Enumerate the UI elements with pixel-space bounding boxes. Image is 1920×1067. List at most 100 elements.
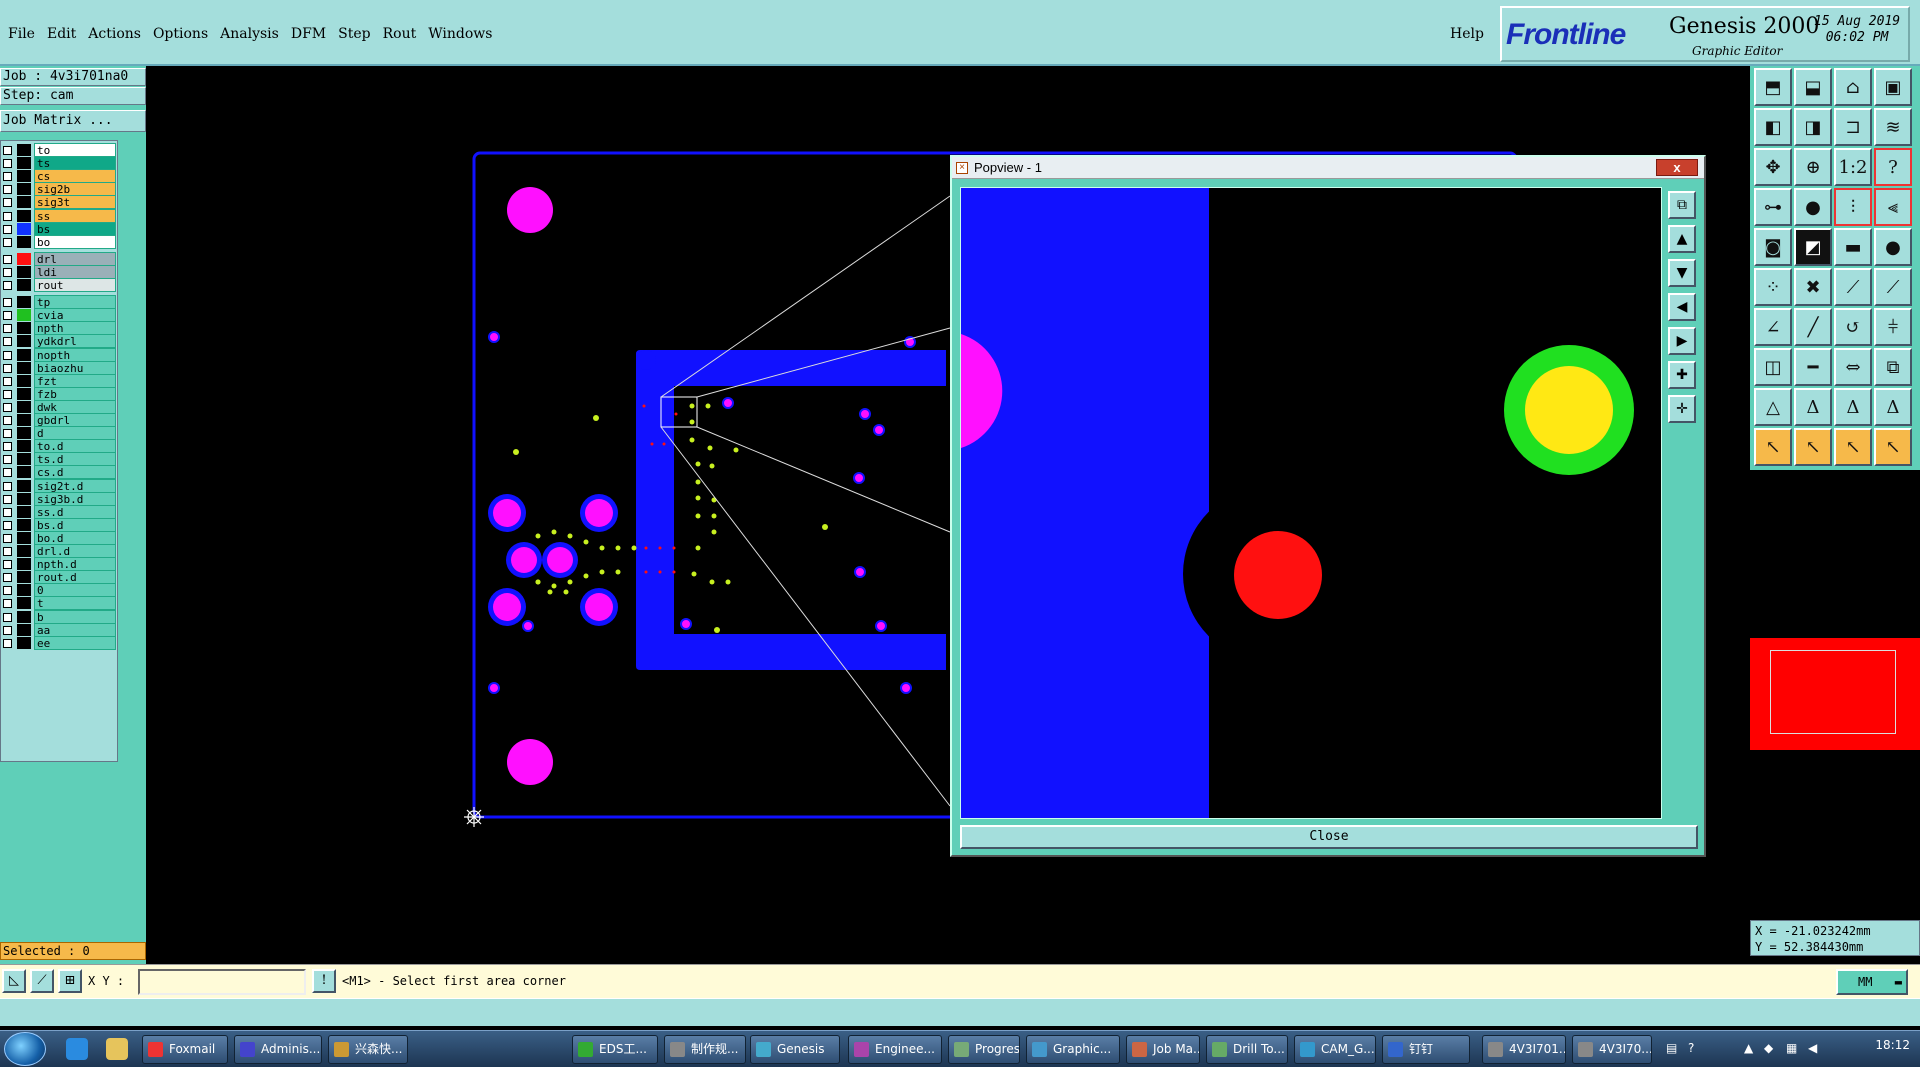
menu-options[interactable]: Options xyxy=(151,26,218,42)
taskbar-button[interactable]: CAM_G... xyxy=(1294,1035,1376,1064)
layer-checkbox[interactable] xyxy=(3,481,12,491)
popview-titlebar[interactable]: × Popview - 1 x xyxy=(952,157,1704,179)
layer-row[interactable]: drl xyxy=(1,251,117,266)
connect-icon[interactable]: ⟋ xyxy=(1834,268,1872,306)
layer-checkbox[interactable] xyxy=(3,547,12,556)
layer-row[interactable]: sig2t.d xyxy=(1,478,117,493)
taskbar-button[interactable]: 制作规... xyxy=(664,1035,746,1064)
layer-color-swatch[interactable] xyxy=(17,636,31,649)
layer-checkbox[interactable] xyxy=(3,159,12,169)
unit-select[interactable]: MM ▬ xyxy=(1836,969,1908,995)
slash-icon[interactable]: ╱ xyxy=(1794,308,1832,346)
arc-icon[interactable]: ↺ xyxy=(1834,308,1872,346)
layer-name[interactable]: bo xyxy=(34,234,116,249)
triangle-c-icon[interactable]: Δ xyxy=(1874,388,1912,426)
layer-name[interactable]: aa xyxy=(34,622,116,637)
layer-row[interactable]: sig3t xyxy=(1,195,117,210)
layer-name[interactable]: gbdrl xyxy=(34,413,116,427)
square-pad-icon[interactable]: ◫ xyxy=(1754,348,1792,386)
layer-name[interactable]: nopth xyxy=(34,347,116,362)
layer-name[interactable]: drl.d xyxy=(34,544,116,558)
layer-name[interactable]: ydkdrl xyxy=(34,334,116,349)
center-icon[interactable]: ⊕ xyxy=(1794,148,1832,186)
resize-icon[interactable]: ⇔ xyxy=(1834,348,1872,386)
layer-row[interactable]: dwk xyxy=(1,399,117,414)
select-pointer-multi-icon[interactable]: ↖ xyxy=(1874,428,1912,466)
layer-row[interactable]: d xyxy=(1,426,117,441)
layer-checkbox[interactable] xyxy=(3,198,12,208)
layer-color-swatch[interactable] xyxy=(17,545,31,557)
layer-color-swatch[interactable] xyxy=(17,518,31,531)
pan-right-icon[interactable]: ▶ xyxy=(1668,327,1696,355)
volume-icon[interactable]: ◀ xyxy=(1808,1041,1817,1055)
layer-row[interactable]: bs.d xyxy=(1,517,117,532)
pan-left-icon[interactable]: ◧ xyxy=(1754,108,1792,146)
layer-name[interactable]: fzt xyxy=(34,373,116,388)
start-button[interactable] xyxy=(4,1032,46,1066)
layer-checkbox[interactable] xyxy=(3,455,12,465)
layer-row[interactable]: cvia xyxy=(1,308,117,323)
menu-help[interactable]: Help xyxy=(1450,26,1484,42)
layer-color-swatch[interactable] xyxy=(17,252,31,265)
layer-name[interactable]: rout.d xyxy=(34,570,116,585)
layer-row[interactable]: fzt xyxy=(1,373,117,388)
layer-name[interactable]: ss xyxy=(34,208,116,223)
layer-checkbox[interactable] xyxy=(3,376,12,386)
layer-checkbox[interactable] xyxy=(3,298,12,308)
help-tray-icon[interactable]: ? xyxy=(1688,1041,1694,1055)
taskbar-button[interactable]: 兴森快... xyxy=(328,1035,408,1064)
layer-row[interactable]: to.d xyxy=(1,439,117,454)
layer-checkbox[interactable] xyxy=(3,185,12,195)
pad-icon[interactable]: ◙ xyxy=(1754,228,1792,266)
layer-row[interactable]: t xyxy=(1,596,117,611)
layer-checkbox[interactable] xyxy=(3,389,12,399)
layer-color-swatch[interactable] xyxy=(17,157,31,170)
layer-checkbox[interactable] xyxy=(3,337,12,347)
layer-checkbox[interactable] xyxy=(3,224,12,234)
layer-checkbox[interactable] xyxy=(3,363,12,373)
layer-name[interactable]: b xyxy=(34,609,116,624)
popview-window[interactable]: × Popview - 1 x ⧉ ▲ ▼ ◀ ▶ ✚ ✛ Close xyxy=(950,155,1706,857)
layer-color-swatch[interactable] xyxy=(17,196,31,209)
layer-name[interactable]: to.d xyxy=(34,439,116,454)
layer-color-swatch[interactable] xyxy=(17,453,31,466)
layer-color-swatch[interactable] xyxy=(17,414,31,426)
layer-color-swatch[interactable] xyxy=(17,427,31,440)
zoom-home-icon[interactable]: ⧉ xyxy=(1668,191,1696,219)
layer-color-swatch[interactable] xyxy=(17,531,31,544)
layer-name[interactable]: d xyxy=(34,426,116,441)
popview-close-button[interactable]: Close xyxy=(960,825,1698,849)
layer-row[interactable]: biaozhu xyxy=(1,360,117,375)
window-close-button[interactable]: x xyxy=(1656,159,1698,176)
layer-checkbox[interactable] xyxy=(3,311,12,321)
layer-checkbox[interactable] xyxy=(3,586,12,596)
layer-row[interactable]: sig2b xyxy=(1,182,117,197)
pan-left-icon[interactable]: ◀ xyxy=(1668,293,1696,321)
taskbar-button[interactable]: Adminis... xyxy=(234,1035,322,1064)
layer-row[interactable]: bo.d xyxy=(1,530,117,545)
layer-checkbox[interactable] xyxy=(3,573,12,583)
layer-checkbox[interactable] xyxy=(3,612,12,622)
layer-row[interactable]: to xyxy=(1,143,117,157)
pin-icon[interactable]: ● xyxy=(1794,188,1832,226)
connect-alt-icon[interactable]: ⟋ xyxy=(1874,268,1912,306)
keyboard-icon[interactable]: ▤ xyxy=(1666,1041,1677,1055)
network-icon[interactable]: ▦ xyxy=(1786,1041,1797,1055)
layer-color-swatch[interactable] xyxy=(17,170,31,183)
minus-icon[interactable]: ━ xyxy=(1794,348,1832,386)
job-matrix-button[interactable]: Job Matrix ... xyxy=(0,110,146,132)
layer-checkbox[interactable] xyxy=(3,625,12,635)
measure-icon[interactable]: ⊶ xyxy=(1754,188,1792,226)
layer-row[interactable]: bo xyxy=(1,234,117,249)
layer-name[interactable]: cvia xyxy=(34,308,116,323)
layer-row[interactable]: aa xyxy=(1,622,117,637)
taskbar-button[interactable]: Enginee... xyxy=(848,1035,942,1064)
menu-analysis[interactable]: Analysis xyxy=(218,26,289,42)
shield-icon[interactable]: ◆ xyxy=(1764,1041,1773,1055)
show-hidden-icon[interactable]: ▲ xyxy=(1744,1041,1753,1055)
layer-name[interactable]: to xyxy=(34,143,116,157)
layer-name[interactable]: 0 xyxy=(34,583,116,598)
nodes-icon[interactable]: ⁘ xyxy=(1754,268,1792,306)
layer-color-swatch[interactable] xyxy=(17,209,31,222)
layer-row[interactable]: ss.d xyxy=(1,504,117,519)
